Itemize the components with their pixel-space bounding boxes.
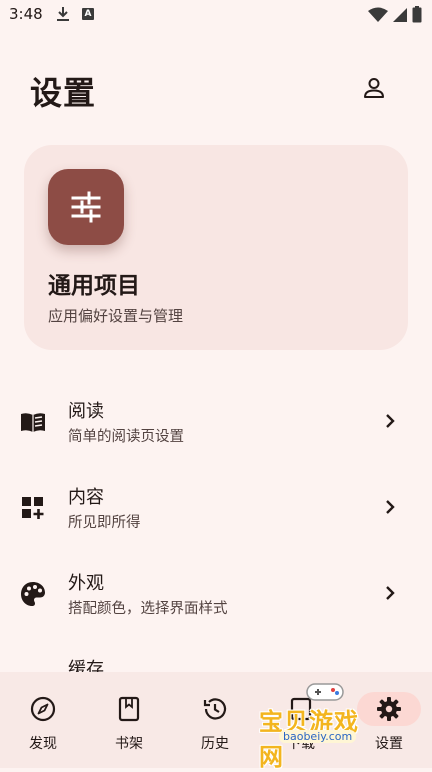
bookmark-book-icon <box>114 694 144 724</box>
dashboard-add-icon <box>22 497 44 519</box>
a-status-icon: A <box>82 8 94 20</box>
nav-download[interactable]: 下载 <box>258 672 344 768</box>
person-icon <box>364 78 384 98</box>
nav-label: 书架 <box>115 736 143 752</box>
battery-icon <box>412 6 422 23</box>
page-title: 设置 <box>30 74 97 112</box>
status-bar: 3:48 A <box>0 0 432 30</box>
hero-icon-tile <box>48 169 124 245</box>
compass-icon <box>28 694 58 724</box>
hero-subtitle: 应用偏好设置与管理 <box>48 307 184 325</box>
general-settings-card[interactable]: 通用项目 应用偏好设置与管理 <box>24 145 408 350</box>
nav-discover[interactable]: 发现 <box>0 672 86 768</box>
status-icons <box>368 6 422 23</box>
list-subtitle: 所见即所得 <box>68 515 141 531</box>
chevron-right-icon <box>386 586 395 600</box>
download-box-icon <box>286 694 316 724</box>
list-item-reading[interactable]: 阅读 简单的阅读页设置 <box>0 387 432 459</box>
wifi-icon <box>368 7 388 22</box>
gear-icon <box>374 694 404 724</box>
list-title: 内容 <box>68 487 104 508</box>
download-status-icon <box>57 7 69 21</box>
status-time: 3:48 <box>9 5 43 23</box>
list-title: 阅读 <box>68 401 104 422</box>
account-button[interactable] <box>356 70 392 106</box>
hero-title: 通用项目 <box>48 273 140 299</box>
history-icon <box>200 694 230 724</box>
nav-label: 历史 <box>201 736 229 752</box>
nav-label: 发现 <box>29 736 57 752</box>
nav-bookshelf[interactable]: 书架 <box>86 672 172 768</box>
nav-label: 设置 <box>375 736 403 752</box>
signal-icon <box>393 7 407 22</box>
list-item-appearance[interactable]: 外观 搭配颜色，选择界面样式 <box>0 559 432 631</box>
tune-icon <box>71 191 101 223</box>
nav-history[interactable]: 历史 <box>172 672 258 768</box>
chevron-right-icon <box>386 414 395 428</box>
nav-label: 下载 <box>287 736 315 752</box>
chevron-right-icon <box>386 500 395 514</box>
list-title: 外观 <box>68 573 104 594</box>
list-subtitle: 简单的阅读页设置 <box>68 429 184 445</box>
palette-icon <box>21 582 45 606</box>
list-item-content[interactable]: 内容 所见即所得 <box>0 473 432 545</box>
book-open-icon <box>21 413 45 432</box>
list-subtitle: 搭配颜色，选择界面样式 <box>68 601 228 617</box>
bottom-navigation: 发现 书架 历史 下载 设置 <box>0 672 432 768</box>
nav-settings[interactable]: 设置 <box>346 672 432 768</box>
